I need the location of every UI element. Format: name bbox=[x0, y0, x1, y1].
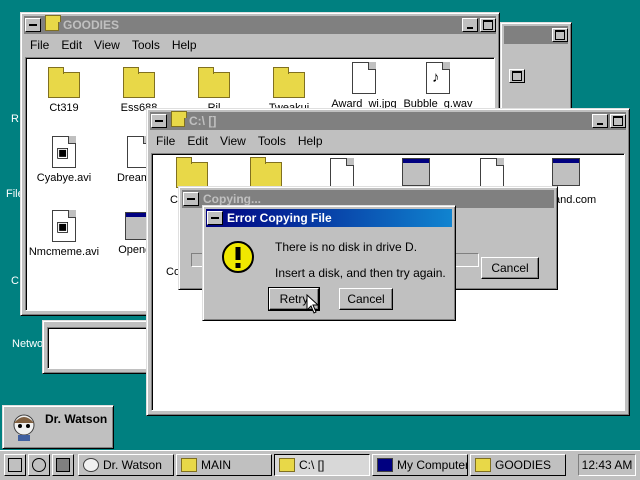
menu-tools[interactable]: Tools bbox=[126, 38, 166, 52]
maximize-button[interactable] bbox=[509, 69, 525, 83]
error-message-line1: There is no disk in drive D. bbox=[275, 240, 418, 254]
dialog-title: Copying... bbox=[203, 192, 261, 206]
folder-icon bbox=[176, 157, 208, 188]
taskbar-item-main[interactable]: MAIN bbox=[176, 454, 272, 476]
folder-icon bbox=[48, 67, 80, 98]
menu-edit[interactable]: Edit bbox=[55, 38, 88, 52]
menu-edit[interactable]: Edit bbox=[181, 134, 214, 148]
folder-icon bbox=[198, 67, 230, 98]
file-label: C bbox=[170, 194, 178, 206]
tray-app-icon bbox=[32, 458, 46, 472]
folder-icon bbox=[123, 67, 155, 98]
minimize-button[interactable] bbox=[462, 18, 478, 32]
taskbar-item-label: GOODIES bbox=[495, 458, 552, 472]
folder-icon bbox=[45, 14, 61, 31]
maximize-button[interactable] bbox=[480, 18, 496, 32]
system-menu-button[interactable] bbox=[183, 192, 199, 206]
file-item[interactable]: Award_wi.jpg bbox=[326, 62, 402, 110]
maximize-button[interactable] bbox=[610, 114, 626, 128]
drwatson-label: Dr. Watson bbox=[45, 412, 108, 426]
tray-icon-1[interactable] bbox=[4, 454, 26, 476]
desktop-icon-label[interactable]: C bbox=[11, 275, 19, 287]
maximize-button[interactable] bbox=[552, 28, 568, 42]
menu-view[interactable]: View bbox=[214, 134, 252, 148]
minimize-button[interactable] bbox=[592, 114, 608, 128]
warning-icon bbox=[222, 241, 254, 273]
tray-app-icon bbox=[56, 458, 70, 472]
window-title: GOODIES bbox=[63, 18, 120, 32]
drwatson-icon bbox=[83, 458, 99, 472]
background-window-client bbox=[47, 327, 147, 369]
system-menu-button[interactable] bbox=[207, 211, 223, 225]
image-file-icon bbox=[352, 62, 376, 94]
file-label: and.com bbox=[554, 194, 597, 206]
folder-icon bbox=[273, 67, 305, 98]
taskbar-item-label: C:\ [] bbox=[299, 458, 325, 472]
file-label: Ct319 bbox=[49, 102, 79, 114]
application-icon bbox=[552, 158, 580, 186]
file-item[interactable]: Cyabye.avi bbox=[26, 136, 102, 184]
folder-icon bbox=[171, 110, 187, 127]
mouse-cursor-icon bbox=[306, 294, 320, 314]
desktop-icon-label[interactable]: Netwo bbox=[12, 338, 43, 350]
background-window-lower[interactable] bbox=[42, 320, 152, 374]
menu-file[interactable]: File bbox=[24, 38, 55, 52]
file-item[interactable]: Ril bbox=[176, 66, 252, 114]
menu-tools[interactable]: Tools bbox=[252, 134, 292, 148]
goodies-menubar: File Edit View Tools Help bbox=[24, 35, 496, 55]
goodies-titlebar[interactable]: GOODIES bbox=[24, 14, 496, 34]
audio-file-icon bbox=[426, 62, 450, 94]
system-menu-button[interactable] bbox=[151, 114, 167, 128]
taskbar-item-goodies[interactable]: GOODIES bbox=[470, 454, 566, 476]
taskbar: Dr. Watson MAIN C:\ [] My Computer GOODI… bbox=[0, 450, 640, 480]
folder-icon bbox=[279, 458, 295, 472]
taskbar-clock[interactable]: 12:43 AM bbox=[578, 454, 636, 476]
file-item[interactable]: Tweakui bbox=[251, 66, 327, 114]
application-icon bbox=[402, 158, 430, 186]
folder-icon bbox=[250, 157, 282, 188]
c-drive-menubar: File Edit View Tools Help bbox=[150, 131, 626, 151]
folder-icon bbox=[181, 458, 197, 472]
menu-help[interactable]: Help bbox=[166, 38, 203, 52]
copying-cancel-button[interactable]: Cancel bbox=[481, 257, 539, 279]
error-message-line2: Insert a disk, and then try again. bbox=[275, 266, 446, 280]
file-item[interactable]: Ct319 bbox=[26, 66, 102, 114]
tray-icon-2[interactable] bbox=[28, 454, 50, 476]
taskbar-item-label: Dr. Watson bbox=[103, 458, 162, 472]
taskbar-item-my-computer[interactable]: My Computer bbox=[372, 454, 468, 476]
computer-icon bbox=[377, 458, 393, 472]
video-file-icon bbox=[52, 136, 76, 168]
tray-app-icon bbox=[8, 458, 22, 472]
dialog-title: Error Copying File bbox=[227, 211, 332, 225]
error-titlebar[interactable]: Error Copying File bbox=[206, 209, 452, 227]
menu-help[interactable]: Help bbox=[292, 134, 329, 148]
window-title: C:\ [] bbox=[189, 114, 217, 128]
taskbar-item-label: MAIN bbox=[201, 458, 231, 472]
menu-view[interactable]: View bbox=[88, 38, 126, 52]
background-window-titlebar[interactable] bbox=[504, 26, 568, 44]
video-file-icon bbox=[52, 210, 76, 242]
tray-icon-3[interactable] bbox=[52, 454, 74, 476]
desktop-icon-label[interactable]: R bbox=[11, 113, 19, 125]
system-menu-button[interactable] bbox=[25, 18, 41, 32]
file-item[interactable]: Ess688 bbox=[101, 66, 177, 114]
error-dialog[interactable]: Error Copying File There is no disk in d… bbox=[202, 205, 456, 321]
file-item[interactable]: Bubble_g.wav bbox=[400, 62, 476, 110]
c-drive-titlebar[interactable]: C:\ [] bbox=[150, 110, 626, 130]
menu-file[interactable]: File bbox=[150, 134, 181, 148]
taskbar-item-label: My Computer bbox=[397, 458, 468, 472]
folder-icon bbox=[475, 458, 491, 472]
error-cancel-button[interactable]: Cancel bbox=[339, 288, 393, 310]
taskbar-item-drwatson[interactable]: Dr. Watson bbox=[78, 454, 174, 476]
file-item[interactable]: Nmcmeme.avi bbox=[26, 210, 102, 258]
file-label: Cyabye.avi bbox=[36, 172, 92, 184]
drwatson-panel[interactable]: Dr. Watson bbox=[2, 405, 114, 449]
file-label: Nmcmeme.avi bbox=[28, 246, 100, 258]
drwatson-icon bbox=[13, 414, 35, 441]
taskbar-item-c-drive[interactable]: C:\ [] bbox=[274, 454, 370, 476]
